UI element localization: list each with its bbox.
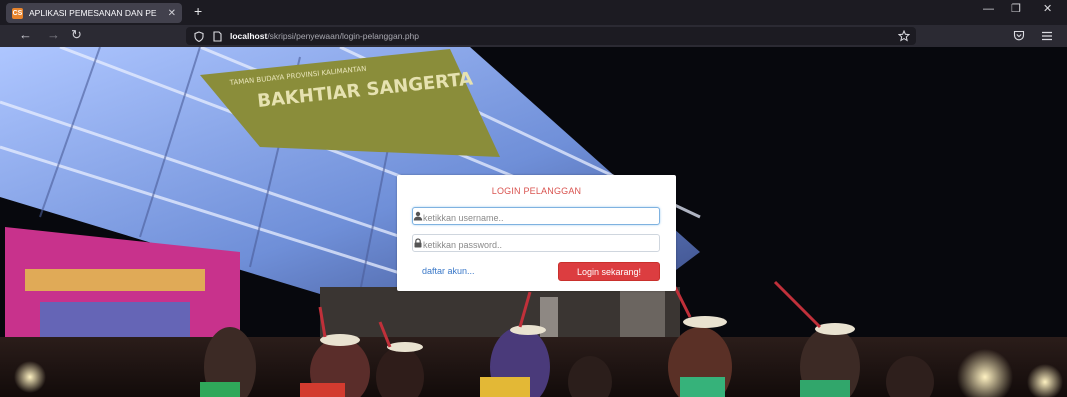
page-icon[interactable] (213, 30, 222, 42)
tab-close-icon[interactable]: ✕ (168, 8, 176, 19)
url-path: /skripsi/penyewaan/login-pelanggan.php (267, 31, 420, 41)
user-icon (413, 211, 423, 221)
login-submit-button[interactable]: Login sekarang! (558, 262, 660, 281)
browser-tab[interactable]: CS APLIKASI PEMESANAN DAN PE ✕ (6, 3, 182, 23)
tab-title: APLIKASI PEMESANAN DAN PE (29, 8, 157, 18)
password-input[interactable] (413, 237, 623, 253)
register-link[interactable]: daftar akun... (422, 266, 475, 276)
back-arrow-icon[interactable]: ← (19, 28, 32, 41)
menu-icon[interactable] (1041, 31, 1053, 41)
login-title: LOGIN PELANGGAN (491, 186, 582, 196)
minimize-button[interactable]: — (983, 4, 994, 15)
reload-icon[interactable]: ↻ (71, 28, 82, 41)
login-card: LOGIN PELANGGAN daftar akun... Login sek… (397, 175, 676, 291)
page-viewport: BAKHTIAR SANGERTA TAMAN BUDAYA PROVINSI … (0, 47, 1067, 397)
restore-button[interactable]: ❐ (1011, 4, 1021, 15)
favicon-text: CS (12, 9, 23, 17)
site-favicon-icon: CS (12, 7, 23, 19)
username-input[interactable] (413, 210, 623, 226)
password-field[interactable] (412, 234, 660, 253)
lock-icon (414, 238, 422, 248)
forward-arrow-icon[interactable]: → (47, 28, 60, 41)
new-tab-button[interactable]: + (194, 4, 202, 18)
close-window-button[interactable]: ✕ (1043, 4, 1052, 15)
username-field[interactable] (412, 207, 660, 226)
url-host: localhost (230, 31, 268, 41)
bookmark-star-icon[interactable] (898, 30, 910, 42)
pocket-icon[interactable] (1013, 30, 1025, 41)
address-bar[interactable]: localhost/skripsi/penyewaan/login-pelang… (186, 27, 916, 45)
browser-nav-bar: ← → ↻ localhost/skripsi/penyewaan/login-… (0, 25, 1067, 47)
shield-icon[interactable] (194, 30, 204, 42)
browser-tab-bar: CS APLIKASI PEMESANAN DAN PE ✕ + — ❐ ✕ (0, 0, 1067, 25)
